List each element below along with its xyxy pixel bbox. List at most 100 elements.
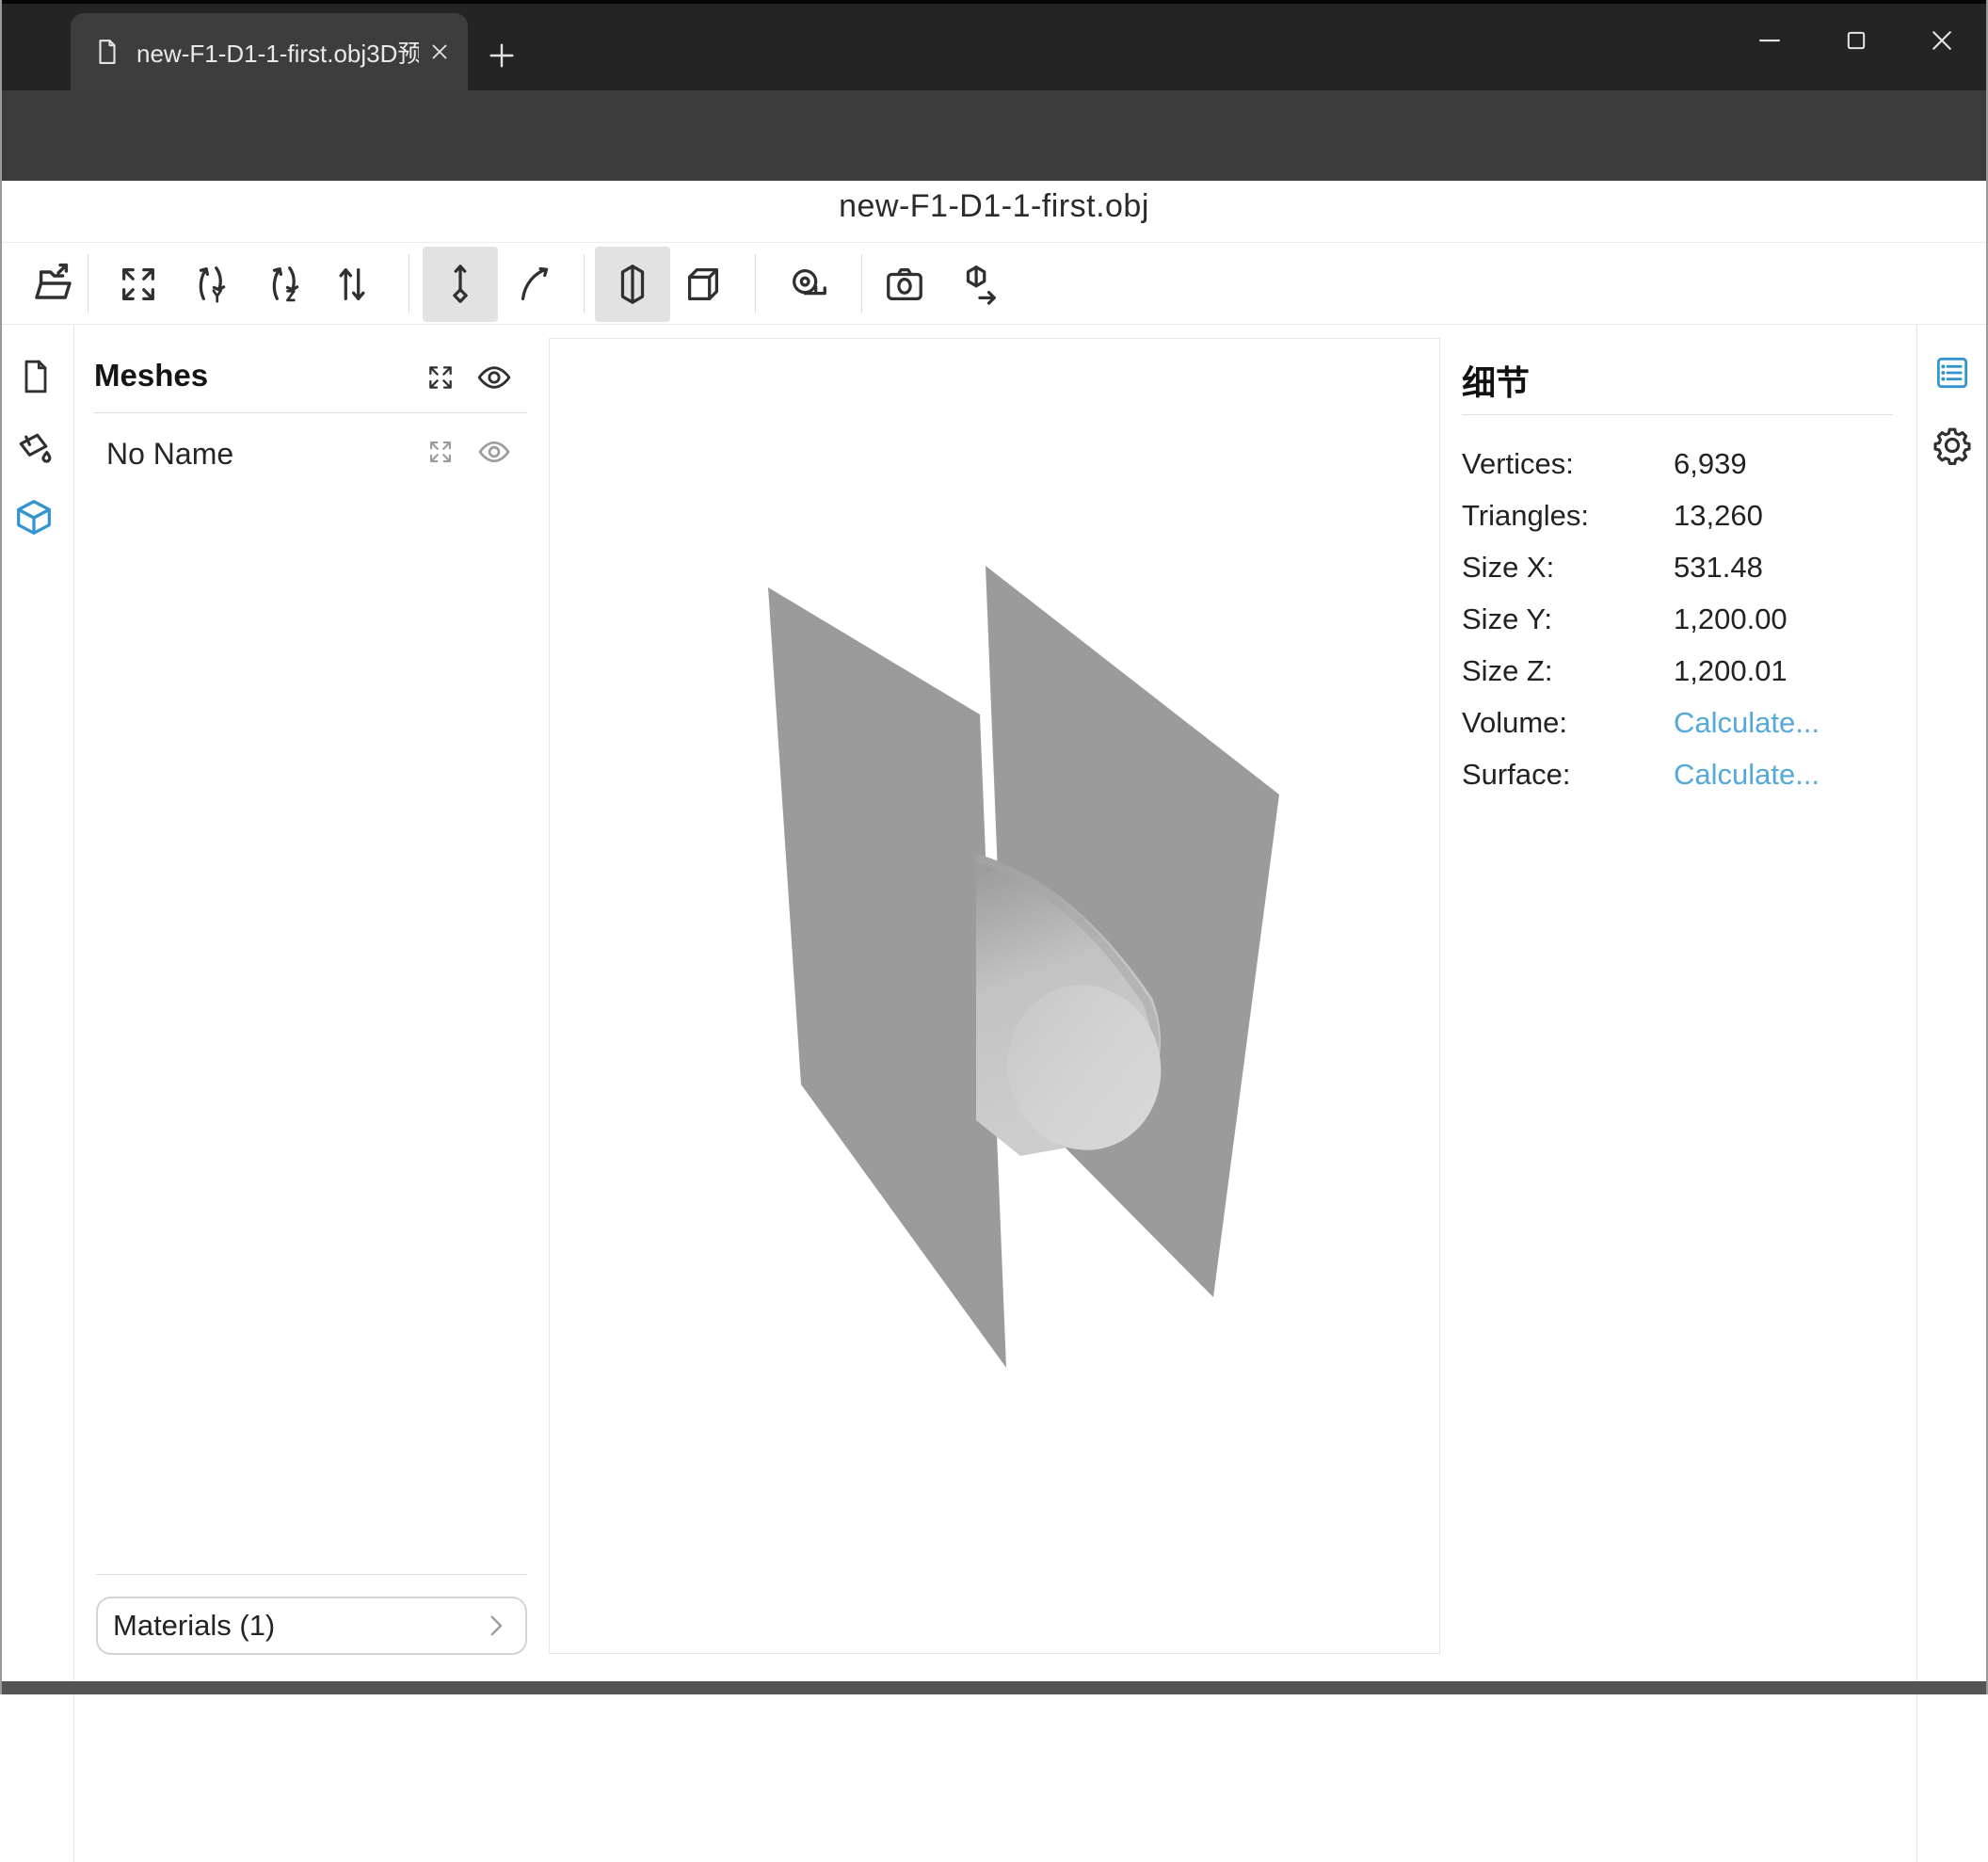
meshes-panel-title: Meshes (94, 358, 208, 393)
settings-gear-icon (1932, 425, 1973, 466)
detail-label: Surface: (1462, 758, 1674, 792)
flip-vertical-icon (330, 263, 374, 306)
calculate-volume-link[interactable]: Calculate... (1674, 706, 1820, 740)
rotate-z-button[interactable] (247, 247, 322, 322)
detail-label: Size Z: (1462, 654, 1674, 688)
measure-button[interactable] (771, 247, 846, 322)
browser-navbar: https://file.kkview.cn/onlinePreview?url… (0, 90, 1988, 181)
mesh-item-label: No Name (106, 437, 233, 472)
details-rows: Vertices: 6,939 Triangles: 13,260 Size X… (1462, 438, 1904, 800)
divider (1462, 414, 1893, 415)
left-plate (768, 587, 1006, 1368)
file-info-icon (17, 358, 55, 395)
window-bottom-edge (0, 1681, 1988, 1694)
eye-icon (476, 434, 512, 470)
panel-divider (1916, 325, 1917, 1862)
window-top-edge (0, 0, 1988, 4)
expand-icon (426, 438, 455, 466)
close-window-button[interactable] (1913, 11, 1971, 70)
export-button[interactable] (941, 247, 1017, 322)
fit-view-icon (117, 263, 160, 306)
detail-value: 1,200.00 (1674, 602, 1788, 636)
surface-prism-icon (611, 263, 654, 306)
rotate-y-button[interactable] (173, 247, 248, 322)
move-vertical-button[interactable] (423, 247, 498, 322)
flip-vertical-button[interactable] (314, 247, 390, 322)
close-icon (427, 40, 452, 64)
export-model-icon (957, 263, 1001, 306)
materials-button[interactable]: Materials (1) (96, 1597, 527, 1655)
screenshot-button[interactable] (867, 247, 942, 322)
toolbar-divider (584, 254, 585, 313)
detail-row-triangles: Triangles: 13,260 (1462, 490, 1904, 541)
maximize-icon (1843, 27, 1869, 54)
eye-icon (475, 359, 513, 396)
new-tab-button[interactable] (482, 36, 521, 75)
orbit-button[interactable] (497, 247, 572, 322)
sidebar-materials-button[interactable] (9, 424, 58, 473)
chevron-right-icon (480, 1610, 512, 1642)
settings-button[interactable] (1928, 421, 1977, 470)
calculate-surface-link[interactable]: Calculate... (1674, 758, 1820, 792)
detail-row-size-x: Size X: 531.48 (1462, 541, 1904, 593)
details-list-button[interactable] (1928, 348, 1977, 397)
detail-value: 531.48 (1674, 551, 1763, 585)
open-model-button[interactable] (17, 247, 92, 322)
mesh-item-focus-button[interactable] (420, 431, 461, 473)
maximize-button[interactable] (1827, 11, 1885, 70)
tab-close-button[interactable] (423, 35, 457, 69)
toolbar-divider (861, 254, 862, 313)
detail-row-surface: Surface: Calculate... (1462, 748, 1904, 800)
close-window-icon (1928, 26, 1956, 55)
rotate-y-icon (189, 263, 232, 306)
tab-title: new-F1-D1-1-first.obj3D预览 (136, 35, 419, 70)
document-favicon (93, 36, 121, 68)
new-tab-icon (486, 40, 518, 72)
detail-row-volume: Volume: Calculate... (1462, 697, 1904, 748)
detail-label: Size Y: (1462, 602, 1674, 636)
box-render-button[interactable] (665, 247, 741, 322)
minimize-icon (1756, 26, 1784, 55)
sidebar-meshes-button[interactable] (9, 493, 58, 542)
materials-button-label: Materials (1) (113, 1609, 480, 1643)
meshes-expand-all-button[interactable] (420, 357, 461, 398)
divider (0, 324, 1988, 325)
page-title: new-F1-D1-1-first.obj (0, 188, 1988, 245)
camera-icon (883, 263, 926, 306)
detail-value: 6,939 (1674, 447, 1747, 481)
detail-label: Volume: (1462, 706, 1674, 740)
rotate-z-icon (263, 263, 306, 306)
panel-divider (73, 325, 74, 1862)
expand-icon (425, 362, 456, 393)
orbit-curve-icon (513, 263, 556, 306)
detail-row-size-y: Size Y: 1,200.00 (1462, 593, 1904, 645)
fit-view-button[interactable] (101, 247, 176, 322)
open-file-icon (32, 262, 77, 307)
materials-paint-icon (13, 427, 55, 469)
details-list-icon (1933, 354, 1971, 392)
minimize-button[interactable] (1740, 11, 1799, 70)
model-3d-render (550, 339, 1439, 1653)
detail-value: 1,200.01 (1674, 654, 1788, 688)
move-vertical-icon (439, 263, 482, 306)
mesh-item-visibility-button[interactable] (473, 431, 515, 473)
page-content: new-F1-D1-1-first.obj (0, 181, 1988, 1681)
detail-value: 13,260 (1674, 499, 1763, 533)
measure-tape-icon (787, 263, 830, 306)
model-cube-icon (12, 496, 56, 539)
browser-tab[interactable]: new-F1-D1-1-first.obj3D预览 (71, 13, 468, 90)
detail-row-vertices: Vertices: 6,939 (1462, 438, 1904, 490)
divider (94, 412, 527, 413)
divider (96, 1574, 527, 1575)
detail-label: Size X: (1462, 551, 1674, 585)
details-panel-title: 细节 (1462, 356, 1530, 405)
toolbar-divider (755, 254, 756, 313)
box-icon (681, 263, 725, 306)
meshes-visibility-button[interactable] (473, 357, 515, 398)
model-viewport[interactable] (549, 338, 1440, 1654)
detail-row-size-z: Size Z: 1,200.01 (1462, 645, 1904, 697)
sidebar-file-info-button[interactable] (11, 352, 60, 401)
browser-titlebar: new-F1-D1-1-first.obj3D预览 (0, 0, 1988, 90)
surface-render-button[interactable] (595, 247, 670, 322)
mesh-list-item[interactable]: No Name (94, 424, 527, 484)
